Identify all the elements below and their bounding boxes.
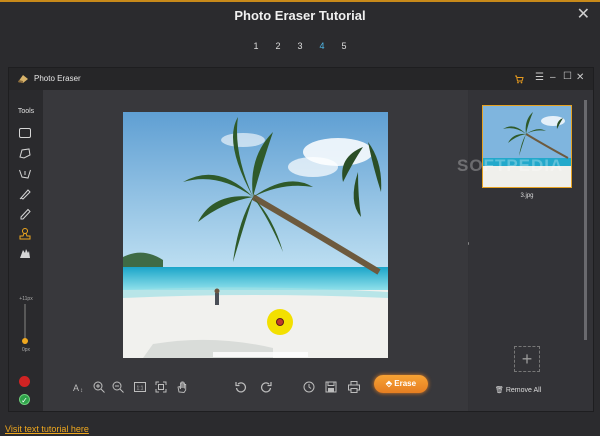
- page-2[interactable]: 2: [267, 41, 289, 51]
- fit-screen-icon[interactable]: [154, 380, 168, 394]
- brush-size-slider-knob[interactable]: [22, 338, 28, 344]
- brush-center-dot: [276, 318, 284, 326]
- cart-icon[interactable]: [514, 74, 524, 84]
- watermark: SOFTPEDIA: [457, 156, 564, 175]
- maximize-icon[interactable]: ☐: [563, 71, 572, 82]
- actual-size-icon[interactable]: 1:1: [133, 380, 147, 394]
- app-title: Photo Eraser: [34, 74, 81, 83]
- brush-size-max-label: +11px: [19, 296, 33, 302]
- thumbnail-scrollbar[interactable]: [584, 100, 587, 340]
- svg-text:A: A: [73, 383, 79, 393]
- remove-all-button[interactable]: 🗑 Remove All: [495, 386, 541, 394]
- polygon-lasso-icon[interactable]: [17, 167, 33, 181]
- undo-icon[interactable]: [234, 380, 248, 394]
- menu-icon[interactable]: ☰: [535, 72, 544, 83]
- brush-tool-icon[interactable]: [17, 187, 33, 201]
- page-5[interactable]: 5: [333, 41, 355, 51]
- thumbnail-panel: 3.jpg + 🗑 Remove All: [469, 90, 593, 411]
- app-logo-icon: [18, 75, 28, 83]
- tools-label: Tools: [17, 108, 35, 115]
- thumbnail-filename: 3.jpg: [520, 193, 534, 199]
- history-icon[interactable]: [302, 380, 316, 394]
- pencil-icon[interactable]: [17, 207, 33, 221]
- app-window: Photo Eraser ☰ – ☐ ✕ Tools +11px 0px ✓ A…: [8, 67, 594, 412]
- save-icon[interactable]: [324, 380, 338, 394]
- page-1[interactable]: 1: [245, 41, 267, 51]
- photo-canvas[interactable]: [123, 112, 388, 358]
- erase-button[interactable]: ⬘ Erase: [374, 375, 428, 393]
- erase-button-label: Erase: [394, 379, 417, 388]
- remove-all-label: Remove All: [505, 387, 542, 394]
- svg-text:↕: ↕: [80, 388, 83, 394]
- canvas-area: A ↕ 1:1 ⬘ Erase: [43, 90, 468, 411]
- close-icon[interactable]: ✕: [577, 4, 590, 24]
- hand-pan-icon[interactable]: [175, 380, 189, 394]
- svg-text:1:1: 1:1: [137, 386, 144, 392]
- page-4[interactable]: 4: [311, 41, 333, 51]
- app-titlebar: Photo Eraser ☰ – ☐ ✕: [9, 68, 593, 90]
- trash-icon: 🗑: [495, 387, 506, 394]
- page-3[interactable]: 3: [289, 41, 311, 51]
- page-navigation: 12345: [0, 41, 600, 51]
- add-image-button[interactable]: +: [514, 346, 540, 372]
- brush-color-swatch[interactable]: [19, 376, 30, 387]
- confirm-check-icon[interactable]: ✓: [19, 394, 30, 405]
- tutorial-title: Photo Eraser Tutorial: [234, 8, 366, 23]
- text-size-icon[interactable]: A ↕: [72, 380, 86, 394]
- lasso-icon[interactable]: [17, 147, 33, 161]
- top-accent-bar: [0, 0, 600, 2]
- redo-icon[interactable]: [259, 380, 273, 394]
- zoom-out-icon[interactable]: [111, 380, 125, 394]
- zoom-in-icon[interactable]: [92, 380, 106, 394]
- brush-size-min-label: 0px: [21, 347, 31, 353]
- window-close-icon[interactable]: ✕: [576, 72, 584, 83]
- rectangle-select-icon[interactable]: [17, 126, 33, 140]
- text-tutorial-link[interactable]: Visit text tutorial here: [5, 424, 89, 434]
- minimize-icon[interactable]: –: [550, 72, 556, 83]
- print-icon[interactable]: [347, 380, 361, 394]
- brush-cursor[interactable]: [267, 309, 293, 335]
- tools-panel: Tools +11px 0px ✓: [9, 90, 43, 411]
- hand-eraser-icon[interactable]: [17, 246, 33, 260]
- clone-stamp-icon[interactable]: [17, 227, 33, 241]
